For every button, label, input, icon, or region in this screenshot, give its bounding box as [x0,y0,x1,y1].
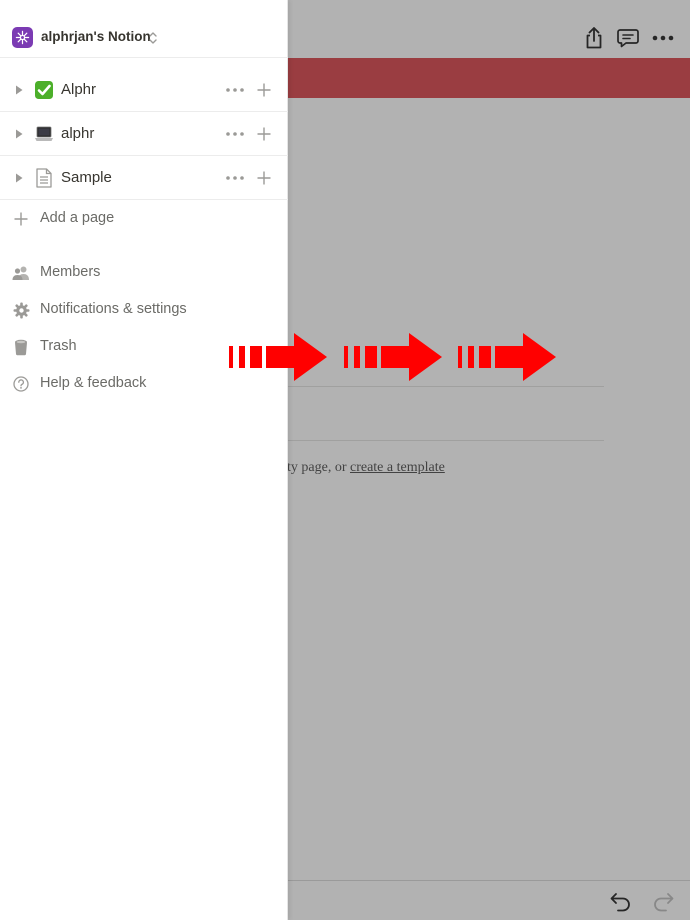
plus-icon[interactable] [254,168,274,188]
sidebar-item-label: Members [40,264,101,280]
sidebar-item-label: Sample [61,169,112,186]
triangle-right-icon[interactable] [14,84,24,96]
add-page-button[interactable]: Add a page [0,205,288,233]
sidebar-item-label: alphr [61,125,95,142]
more-icon[interactable] [224,124,246,144]
sidebar-item-label: Trash [40,338,77,354]
right-arrow-icon [229,333,327,381]
triangle-right-icon[interactable] [14,172,24,184]
sidebar-item-label: Alphr [61,81,97,98]
more-icon[interactable] [224,80,246,100]
sidebar: alphrjan's Notion Alphr alphr Sample Add… [0,0,288,920]
add-page-label: Add a page [40,210,115,226]
right-arrow-icon [458,333,556,381]
laptop-emoji-icon [34,124,54,144]
workspace-name: alphrjan's Notion [41,29,151,44]
check-mark-emoji-icon [34,80,54,100]
workspace-switcher[interactable]: alphrjan's Notion [0,0,288,58]
right-arrow-icon [344,333,442,381]
plus-icon[interactable] [254,80,274,100]
help-icon [12,375,30,393]
sidebar-item-members[interactable]: Members [0,259,288,287]
sidebar-item-label: Help & feedback [40,375,147,391]
sidebar-item-sample[interactable]: Sample [0,156,288,200]
plus-icon [12,210,30,228]
chevron-up-down-icon [147,30,159,46]
sidebar-item-alphr-laptop[interactable]: alphr [0,112,288,156]
sidebar-item-alphr[interactable]: Alphr [0,68,288,112]
sidebar-item-settings[interactable]: Notifications & settings [0,296,288,324]
gear-icon [12,301,30,319]
annotation-arrows [229,333,556,381]
trash-icon [12,338,30,356]
document-icon [34,168,54,188]
more-icon[interactable] [224,168,246,188]
members-icon [12,264,30,282]
plus-icon[interactable] [254,124,274,144]
notion-workspace-icon [12,27,33,48]
triangle-right-icon[interactable] [14,128,24,140]
sidebar-item-label: Notifications & settings [40,301,187,317]
